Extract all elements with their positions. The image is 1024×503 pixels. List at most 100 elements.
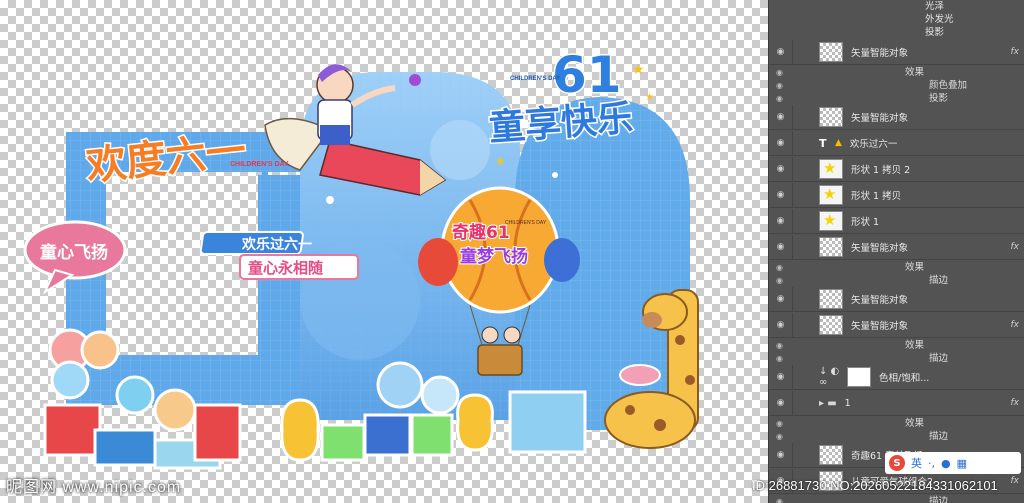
eye-icon[interactable]: ◉: [769, 443, 793, 467]
warning-icon: ▲: [835, 138, 842, 148]
layer-row[interactable]: ◉ 矢量智能对象 fx: [769, 40, 1024, 65]
layer-effects-icon[interactable]: fx: [1011, 476, 1020, 486]
children-day-caption: CHILDREN'S DAY: [230, 161, 289, 168]
layer-effect-row[interactable]: ◉ 描边: [769, 352, 1024, 365]
layer-mask-thumbnail[interactable]: [847, 367, 871, 387]
eye-icon[interactable]: ◉: [776, 430, 783, 443]
smart-object-thumbnail: [819, 237, 843, 257]
effect-gloss[interactable]: 光泽: [769, 0, 1024, 13]
layer-name[interactable]: 矢量智能对象: [851, 110, 908, 124]
layer-effect-row[interactable]: ◉ 效果: [769, 339, 1024, 352]
shape-layer-thumbnail: [819, 159, 843, 179]
sogou-logo-icon: S: [889, 455, 905, 471]
layer-name[interactable]: 1: [845, 398, 851, 409]
layer-row[interactable]: ◉ T ▲ 欢乐过六一: [769, 131, 1024, 156]
layer-name[interactable]: 形状 1 拷贝: [851, 188, 901, 202]
layer-effect-row[interactable]: ◉ 描边: [769, 274, 1024, 287]
layer-effects-icon[interactable]: fx: [1011, 320, 1020, 330]
layer-effect-label: 描边: [929, 353, 949, 364]
effect-outer-glow[interactable]: 外发光: [769, 13, 1024, 26]
svg-text:欢乐过六一: 欢乐过六一: [241, 236, 312, 253]
eye-icon[interactable]: ◉: [776, 261, 783, 274]
eye-icon[interactable]: ◉: [776, 92, 783, 105]
eye-icon[interactable]: ◉: [776, 495, 783, 503]
svg-text:★: ★: [632, 62, 645, 78]
eye-icon[interactable]: ◉: [776, 274, 783, 287]
folder-icon[interactable]: ▸ ▬: [819, 398, 837, 409]
shape-layer-thumbnail: [819, 185, 843, 205]
eye-icon[interactable]: ◉: [776, 339, 783, 352]
svg-text:奇趣61: 奇趣61: [452, 222, 510, 243]
layer-effect-row[interactable]: ◉ 效果: [769, 66, 1024, 79]
layer-name[interactable]: 欢乐过六一: [850, 136, 898, 150]
layer-effect-label: 描边: [929, 431, 949, 442]
layer-effect-row[interactable]: ◉ 描边: [769, 495, 1024, 503]
eye-icon[interactable]: ◉: [769, 313, 793, 337]
eye-icon[interactable]: ◉: [776, 66, 783, 79]
layer-effects-icon[interactable]: fx: [1011, 398, 1020, 408]
layer-row[interactable]: ◉ 矢量智能对象: [769, 287, 1024, 312]
layer-effect-label: 效果: [905, 262, 925, 273]
eye-icon[interactable]: ◉: [769, 209, 793, 233]
svg-text:★: ★: [645, 92, 654, 103]
layer-effect-label: 描边: [929, 275, 949, 286]
layer-row[interactable]: ◉ ▸ ▬ 1 fx: [769, 391, 1024, 416]
eye-icon[interactable]: ◉: [769, 391, 793, 415]
shape-layer-thumbnail: [819, 211, 843, 231]
eye-icon[interactable]: ◉: [776, 79, 783, 92]
layer-effect-label: 颜色叠加: [929, 80, 968, 91]
layer-row[interactable]: ◉ 形状 1: [769, 209, 1024, 234]
eye-icon[interactable]: ◉: [769, 235, 793, 259]
effect-drop-shadow[interactable]: 投影: [769, 26, 1024, 39]
layers-panel[interactable]: 光泽 外发光 投影 ◉ 矢量智能对象 fx ◉ 效果 ◉ 颜色叠加 ◉ 投影 ◉ 矢量智能对象 ◉ T ▲…: [768, 0, 1024, 503]
svg-text:童心飞扬: 童心飞扬: [40, 242, 108, 263]
layer-effect-label: 效果: [905, 67, 925, 78]
layer-row[interactable]: ◉ ↓ ◐ ∞ 色相/饱和...: [769, 365, 1024, 390]
smart-object-thumbnail: [819, 289, 843, 309]
layer-row[interactable]: ◉ 矢量智能对象: [769, 105, 1024, 130]
eye-icon[interactable]: ◉: [776, 352, 783, 365]
keyboard-icon[interactable]: ▦: [957, 457, 967, 470]
children-day-artwork: 欢度六一 CHILDREN'S DAY 61 CHILDREN'S DAY 童享…: [23, 45, 699, 470]
layer-row[interactable]: ◉ 矢量智能对象 fx: [769, 235, 1024, 260]
watermark-id: ID:26881730 NO:20260522184331062101: [752, 478, 998, 493]
layer-name[interactable]: 矢量智能对象: [851, 292, 908, 306]
eye-icon[interactable]: ◉: [769, 105, 793, 129]
canvas-area[interactable]: 欢度六一 CHILDREN'S DAY 61 CHILDREN'S DAY 童享…: [0, 0, 768, 503]
layer-effect-row[interactable]: ◉ 投影: [769, 92, 1024, 105]
ime-language-label[interactable]: 英: [911, 455, 922, 471]
layer-row[interactable]: ◉ 形状 1 拷贝 2: [769, 157, 1024, 182]
eye-icon[interactable]: ◉: [769, 157, 793, 181]
layer-name[interactable]: 形状 1: [851, 214, 879, 228]
ime-toolbar[interactable]: S 英 ·, ● ▦: [885, 452, 1021, 474]
smart-object-thumbnail: [819, 107, 843, 127]
adjustment-layer-icon: ↓ ◐ ∞: [819, 366, 840, 388]
eye-icon[interactable]: ◉: [769, 365, 793, 389]
layer-row[interactable]: ◉ 矢量智能对象 fx: [769, 313, 1024, 338]
layer-effect-row[interactable]: ◉ 效果: [769, 261, 1024, 274]
svg-text:童心永相随: 童心永相随: [248, 259, 323, 277]
layer-name[interactable]: 色相/饱和...: [879, 370, 929, 384]
layer-row[interactable]: ◉ 形状 1 拷贝: [769, 183, 1024, 208]
eye-icon[interactable]: ◉: [769, 287, 793, 311]
smart-object-thumbnail: [819, 315, 843, 335]
layer-effect-label: 描边: [929, 496, 949, 503]
svg-text:CHILDREN'S DAY: CHILDREN'S DAY: [510, 76, 560, 82]
eye-icon[interactable]: ◉: [769, 40, 793, 64]
eye-icon[interactable]: ◉: [769, 183, 793, 207]
svg-text:CHILDREN'S DAY: CHILDREN'S DAY: [505, 220, 547, 226]
layer-name[interactable]: 矢量智能对象: [851, 318, 908, 332]
layer-effect-row[interactable]: ◉ 描边: [769, 430, 1024, 443]
punctuation-icon[interactable]: ·,: [928, 457, 935, 470]
layer-effect-row[interactable]: ◉ 效果: [769, 417, 1024, 430]
layer-name[interactable]: 矢量智能对象: [851, 240, 908, 254]
layer-name[interactable]: 形状 1 拷贝 2: [851, 162, 910, 176]
layer-name[interactable]: 矢量智能对象: [851, 45, 908, 59]
layer-effects-icon[interactable]: fx: [1011, 242, 1020, 252]
layer-effects-icon[interactable]: fx: [1011, 47, 1020, 57]
svg-text:61: 61: [552, 46, 622, 104]
eye-icon[interactable]: ◉: [769, 131, 793, 155]
eye-icon[interactable]: ◉: [776, 417, 783, 430]
layer-effect-row[interactable]: ◉ 颜色叠加: [769, 79, 1024, 92]
microphone-icon[interactable]: ●: [941, 457, 951, 470]
